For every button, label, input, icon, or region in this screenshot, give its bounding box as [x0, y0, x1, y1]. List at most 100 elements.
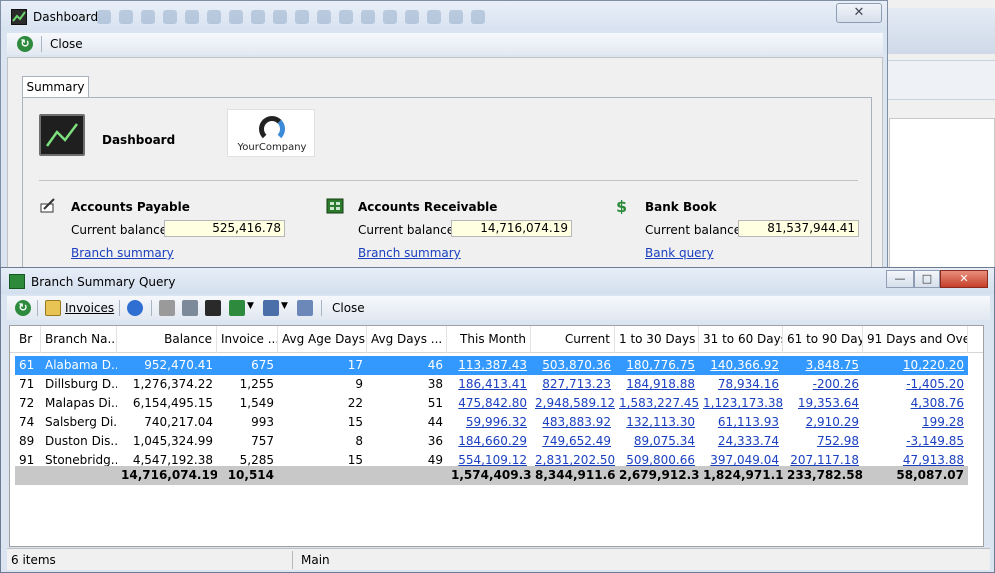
toolbar-separator — [41, 36, 42, 52]
cell-61-to-90-days: 752.98 — [783, 432, 863, 451]
cell-link-91-days-and-over[interactable]: 47,913.88 — [903, 453, 964, 467]
column-header-31-to-60-days[interactable]: 31 to 60 Days — [699, 326, 783, 353]
dashboard-app-icon — [11, 9, 27, 25]
total-91-days-and-over: 58,087.07 — [896, 468, 964, 482]
export-excel-icon[interactable] — [229, 300, 245, 316]
dashboard-close-button[interactable]: Close — [50, 37, 83, 51]
table-row[interactable]: 74 Salsberg Di... 740,217.04 993 15 44 59,996.… — [15, 413, 968, 432]
column-header-this-month[interactable]: This Month — [447, 326, 531, 353]
invoices-icon[interactable] — [45, 300, 61, 316]
cell-link-61-to-90-days[interactable]: 207,117.18 — [790, 453, 859, 467]
cell-link-61-to-90-days[interactable]: 3,848.75 — [806, 358, 859, 372]
table-row[interactable]: 72 Malapas Di... 6,154,495.15 1,549 22 51 475,… — [15, 394, 968, 413]
branch-app-icon — [9, 274, 25, 289]
cell-link-current[interactable]: 2,948,589.12 — [535, 396, 615, 410]
cell-link-61-to-90-days[interactable]: 19,353.64 — [798, 396, 859, 410]
column-header-avg-days[interactable]: Avg Days ... — [367, 326, 447, 353]
column-header-61-to-90-days[interactable]: 61 to 90 Days — [783, 326, 863, 353]
filter-icon[interactable] — [159, 300, 175, 316]
dashboard-titlebar[interactable]: Dashboard ✕ — [1, 1, 887, 31]
close-icon[interactable]: ✕ — [940, 270, 988, 288]
cell-link-31-to-60-days[interactable]: 1,123,173.38 — [703, 396, 783, 410]
layout-icon[interactable] — [263, 300, 279, 316]
grid-options-icon[interactable] — [297, 300, 313, 316]
cell-link-current[interactable]: 2,831,202.50 — [535, 453, 615, 467]
cell-avg-age-days: 8 — [355, 434, 363, 448]
cell-link-91-days-and-over[interactable]: 10,220.20 — [903, 358, 964, 372]
column-header-invoice-count[interactable]: Invoice ... — [217, 326, 278, 353]
cell-link-1-to-30-days[interactable]: 180,776.75 — [626, 358, 695, 372]
binoculars-icon[interactable] — [205, 300, 221, 316]
minimize-icon[interactable]: — — [886, 270, 914, 288]
cell-link-this-month[interactable]: 475,842.80 — [458, 396, 527, 410]
branch-summary-link[interactable]: Branch summary — [358, 246, 461, 260]
settings-icon[interactable] — [127, 300, 143, 316]
cell-link-31-to-60-days[interactable]: 24,333.74 — [718, 434, 779, 448]
refresh-icon[interactable]: ↻ — [15, 300, 31, 316]
cell-link-61-to-90-days[interactable]: -200.26 — [813, 377, 859, 391]
toolbar-separator — [119, 300, 120, 316]
cell-link-1-to-30-days[interactable]: 132,113.30 — [626, 415, 695, 429]
column-header-current[interactable]: Current — [531, 326, 615, 353]
dashboard-close-icon[interactable]: ✕ — [836, 3, 882, 23]
table-row[interactable]: 61 Alabama D... 952,470.41 675 17 46 113,387.4… — [15, 356, 968, 375]
cell-link-31-to-60-days[interactable]: 140,366.92 — [710, 358, 779, 372]
maximize-icon[interactable]: □ — [914, 270, 940, 288]
cell-balance: 740,217.04 — [144, 415, 213, 429]
tab-summary[interactable]: Summary — [22, 76, 89, 98]
divider — [39, 180, 858, 181]
cell-link-current[interactable]: 483,883.92 — [542, 415, 611, 429]
cell-link-61-to-90-days[interactable]: 752.98 — [817, 434, 859, 448]
section-title: Accounts Payable — [71, 200, 190, 214]
cell-link-31-to-60-days[interactable]: 61,113.93 — [718, 415, 779, 429]
cell-link-this-month[interactable]: 59,996.32 — [466, 415, 527, 429]
cell-link-1-to-30-days[interactable]: 509,800.66 — [626, 453, 695, 467]
cell-link-31-to-60-days[interactable]: 78,934.16 — [718, 377, 779, 391]
column-header-br[interactable]: Br — [15, 326, 41, 353]
cell-link-current[interactable]: 827,713.23 — [542, 377, 611, 391]
cell-link-1-to-30-days[interactable]: 184,918.88 — [626, 377, 695, 391]
cell-link-91-days-and-over[interactable]: 199.28 — [922, 415, 964, 429]
cell-link-current[interactable]: 749,652.49 — [542, 434, 611, 448]
column-header-91-days-and-over[interactable]: 91 Days and Over — [863, 326, 968, 353]
refresh-icon[interactable]: ↻ — [17, 36, 33, 52]
branch-summary-link[interactable]: Branch summary — [71, 246, 174, 260]
table-row[interactable]: 71 Dillsburg D... 1,276,374.22 1,255 9 38 186,… — [15, 375, 968, 394]
cell-link-31-to-60-days[interactable]: 397,049.04 — [710, 453, 779, 467]
cell-link-91-days-and-over[interactable]: -1,405.20 — [906, 377, 964, 391]
column-header-balance[interactable]: Balance — [117, 326, 217, 353]
cell-balance: 1,045,324.99 — [132, 434, 213, 448]
table-row[interactable]: 89 Duston Dis... 1,045,324.99 757 8 36 184,660… — [15, 432, 968, 451]
column-header-branch-name[interactable]: Branch Na... — [41, 326, 117, 353]
cell-link-91-days-and-over[interactable]: -3,149.85 — [906, 434, 964, 448]
cell-31-to-60-days: 1,123,173.38 — [699, 394, 783, 413]
column-header-1-to-30-days[interactable]: 1 to 30 Days — [615, 326, 699, 353]
branch-toolbar: ↻ Invoices ▼ ▼ Close — [7, 296, 990, 320]
column-header-avg-age-days[interactable]: Avg Age Days — [278, 326, 367, 353]
cell-1-to-30-days: 89,075.34 — [615, 432, 699, 451]
bank-query-link[interactable]: Bank query — [645, 246, 714, 260]
cell-link-current[interactable]: 503,870.36 — [542, 358, 611, 372]
cell-link-this-month[interactable]: 554,109.12 — [458, 453, 527, 467]
branch-close-button[interactable]: Close — [332, 301, 365, 315]
chevron-down-icon[interactable]: ▼ — [281, 301, 288, 311]
cell-link-1-to-30-days[interactable]: 1,583,227.45 — [619, 396, 699, 410]
cell-avg-days: 44 — [427, 415, 443, 429]
branch-summary-titlebar[interactable]: Branch Summary Query — □ ✕ — [1, 268, 994, 294]
status-bar: 6 items Main — [7, 548, 990, 570]
cell-link-this-month[interactable]: 113,387.43 — [458, 358, 527, 372]
cell-link-this-month[interactable]: 184,660.29 — [458, 434, 527, 448]
background-panel — [889, 118, 995, 268]
clear-filter-icon[interactable] — [182, 300, 198, 316]
chevron-down-icon[interactable]: ▼ — [247, 301, 254, 311]
cell-link-91-days-and-over[interactable]: 4,308.76 — [911, 396, 964, 410]
invoices-button[interactable]: Invoices — [65, 301, 114, 315]
current-balance-value: 525,416.78 — [164, 220, 285, 237]
cell-balance: 6,154,495.15 — [132, 396, 213, 410]
cell-link-this-month[interactable]: 186,413.41 — [458, 377, 527, 391]
cell-branch-name: Dillsburg D... — [45, 377, 117, 391]
cell-link-1-to-30-days[interactable]: 89,075.34 — [634, 434, 695, 448]
cell-avg-age-days: 22 — [347, 396, 363, 410]
cell-link-61-to-90-days[interactable]: 2,910.29 — [806, 415, 859, 429]
branch-window-title: Branch Summary Query — [31, 275, 176, 289]
